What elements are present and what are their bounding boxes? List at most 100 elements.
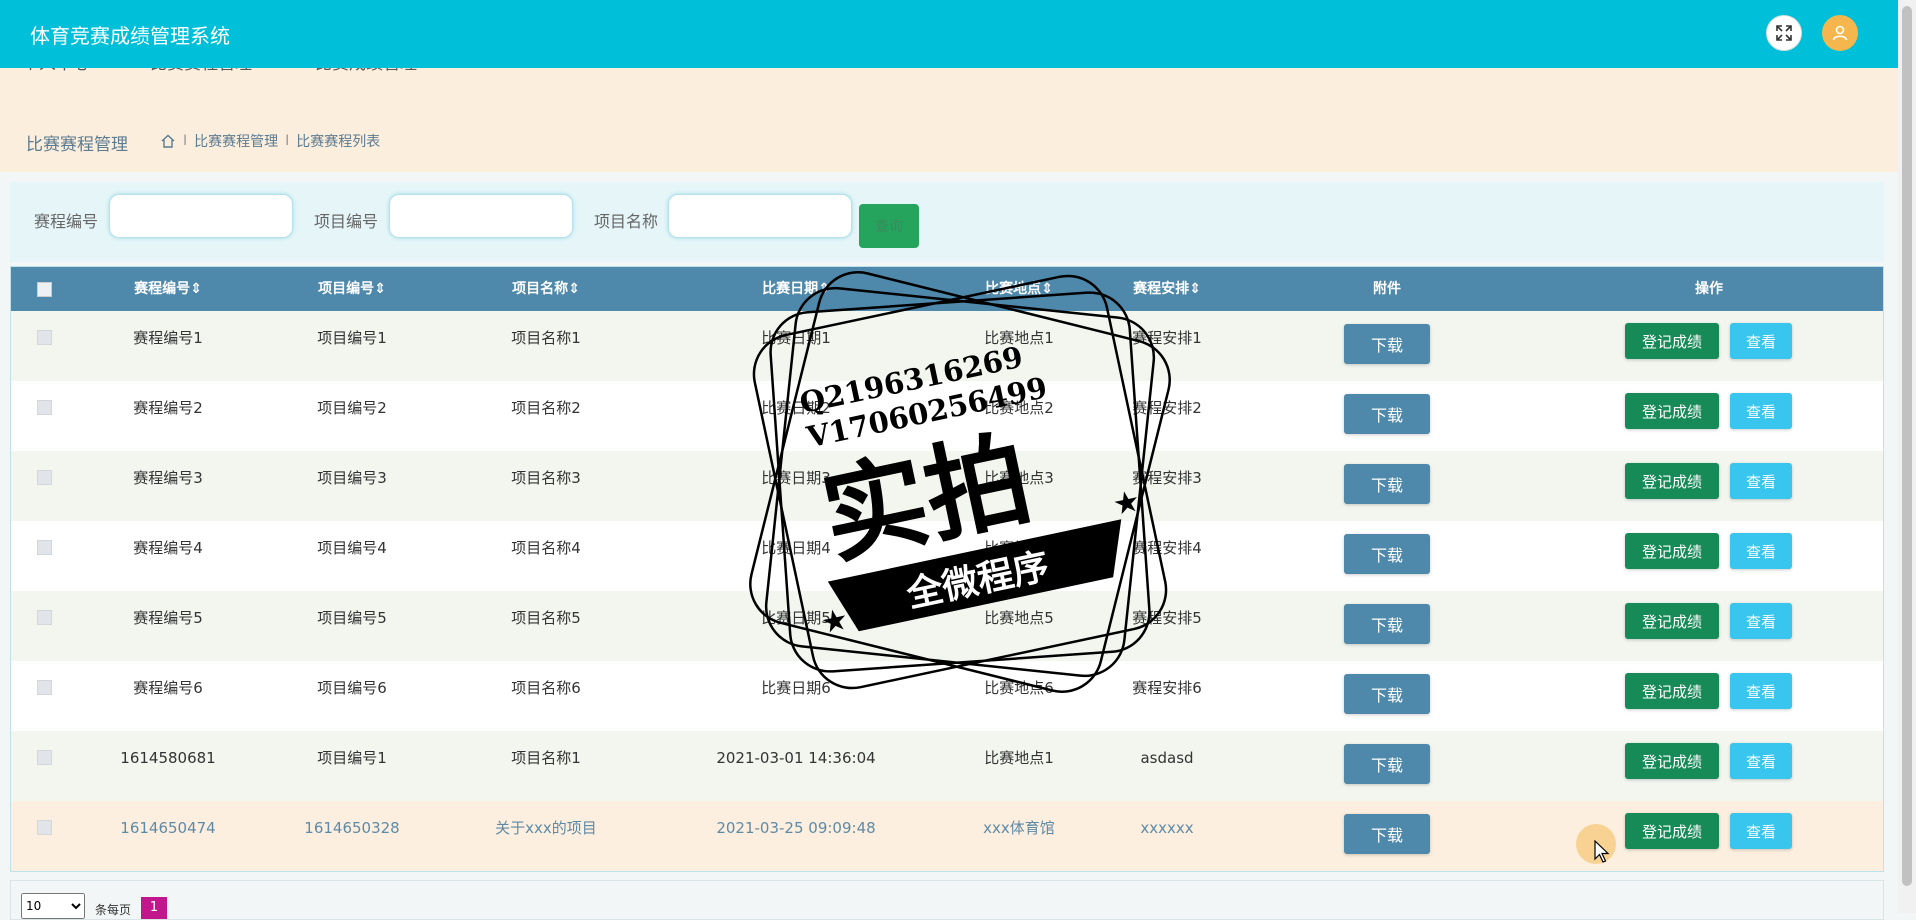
table-row: 赛程编号6 项目编号6 项目名称6 比赛日期6 比赛地点6 赛程安排6 下载 登记成绩 查看: [11, 661, 1883, 731]
select-all-checkbox[interactable]: [37, 282, 52, 297]
download-button[interactable]: 下载: [1344, 744, 1430, 784]
cell-c6: 赛程安排3: [1132, 469, 1202, 487]
table-row: 赛程编号5 项目编号5 项目名称5 比赛日期5 比赛地点5 赛程安排5 下载 登记成绩 查看: [11, 591, 1883, 661]
header-venue[interactable]: 比赛地点⇕: [985, 267, 1053, 311]
table-row: 赛程编号1 项目编号1 项目名称1 比赛日期1 比赛地点1 赛程安排1 下载 登记成绩 查看: [11, 311, 1883, 381]
cell-c6: 赛程安排2: [1132, 399, 1202, 417]
cell-c3: 项目名称1: [511, 329, 581, 347]
schedule-table: 赛程编号⇕ 项目编号⇕ 项目名称⇕ 比赛日期⇕ 比赛地点⇕ 赛程安排⇕ 附件 操…: [10, 266, 1884, 872]
register-score-button[interactable]: 登记成绩: [1625, 323, 1719, 359]
download-button[interactable]: 下载: [1344, 464, 1430, 504]
breadcrumb-separator: I: [285, 133, 290, 149]
page-scrollbar[interactable]: [1898, 0, 1916, 913]
table-row: 赛程编号4 项目编号4 项目名称4 比赛日期4 比赛地点4 赛程安排4 下载 登记成绩 查看: [11, 521, 1883, 591]
search-button[interactable]: 查询: [859, 204, 919, 248]
project-no-input[interactable]: [389, 194, 573, 238]
fullscreen-button[interactable]: [1766, 15, 1802, 51]
user-avatar-button[interactable]: [1822, 15, 1858, 51]
cell-c5: 比赛地点1: [984, 329, 1054, 347]
cell-c2: 项目编号1: [317, 329, 387, 347]
register-score-button[interactable]: 登记成绩: [1625, 533, 1719, 569]
project-name-label: 项目名称: [594, 212, 659, 231]
view-button[interactable]: 查看: [1730, 603, 1792, 639]
page-number-1[interactable]: 1: [141, 897, 167, 919]
breadcrumb-item-schedule[interactable]: 比赛赛程管理: [194, 131, 278, 151]
register-score-button[interactable]: 登记成绩: [1625, 603, 1719, 639]
cell-c2: 项目编号5: [317, 609, 387, 627]
project-no-label: 项目编号: [314, 212, 379, 231]
cell-c4: 2021-03-25 09:09:48: [716, 819, 876, 837]
row-checkbox[interactable]: [37, 820, 52, 835]
cell-c6: 赛程安排6: [1132, 679, 1202, 697]
cell-c5: 比赛地点5: [984, 609, 1054, 627]
row-checkbox[interactable]: [37, 330, 52, 345]
view-button[interactable]: 查看: [1730, 393, 1792, 429]
cell-c3: 项目名称2: [511, 399, 581, 417]
register-score-button[interactable]: 登记成绩: [1625, 743, 1719, 779]
cell-c3: 项目名称6: [511, 679, 581, 697]
home-icon[interactable]: [160, 133, 176, 149]
table-row: 赛程编号3 项目编号3 项目名称3 比赛日期3 比赛地点3 赛程安排3 下载 登记成绩 查看: [11, 451, 1883, 521]
view-button[interactable]: 查看: [1730, 533, 1792, 569]
row-checkbox[interactable]: [37, 680, 52, 695]
register-score-button[interactable]: 登记成绩: [1625, 393, 1719, 429]
sort-icon: ⇕: [190, 281, 202, 297]
header-schedule-no[interactable]: 赛程编号⇕: [134, 267, 202, 311]
cell-c1: 1614650474: [120, 819, 216, 837]
cell-c2: 项目编号3: [317, 469, 387, 487]
download-button[interactable]: 下载: [1344, 324, 1430, 364]
view-button[interactable]: 查看: [1730, 743, 1792, 779]
user-icon: [1832, 25, 1848, 41]
view-button[interactable]: 查看: [1730, 673, 1792, 709]
scrollbar-thumb[interactable]: [1902, 6, 1912, 886]
cell-c2: 1614650328: [304, 819, 400, 837]
download-button[interactable]: 下载: [1344, 394, 1430, 434]
header-match-date[interactable]: 比赛日期⇕: [762, 267, 830, 311]
register-score-button[interactable]: 登记成绩: [1625, 463, 1719, 499]
register-score-button[interactable]: 登记成绩: [1625, 813, 1719, 849]
row-checkbox[interactable]: [37, 610, 52, 625]
header-arrangement[interactable]: 赛程安排⇕: [1133, 267, 1201, 311]
breadcrumb-path: I 比赛赛程管理 I 比赛赛程列表: [160, 131, 380, 151]
cell-c4: 比赛日期6: [761, 679, 831, 697]
app-title: 体育竞赛成绩管理系统: [30, 24, 230, 48]
row-checkbox[interactable]: [37, 540, 52, 555]
view-button[interactable]: 查看: [1730, 323, 1792, 359]
header-project-name[interactable]: 项目名称⇕: [512, 267, 580, 311]
row-checkbox[interactable]: [37, 400, 52, 415]
page-size-select[interactable]: 10: [21, 893, 85, 919]
row-checkbox[interactable]: [37, 470, 52, 485]
cell-c5: 比赛地点4: [984, 539, 1054, 557]
sort-icon: ⇕: [1041, 281, 1053, 297]
cell-c5: 比赛地点2: [984, 399, 1054, 417]
cell-c6: 赛程安排1: [1132, 329, 1202, 347]
download-button[interactable]: 下载: [1344, 674, 1430, 714]
cell-c3: 项目名称5: [511, 609, 581, 627]
download-button[interactable]: 下载: [1344, 604, 1430, 644]
schedule-no-input[interactable]: [109, 194, 293, 238]
table-header: 赛程编号⇕ 项目编号⇕ 项目名称⇕ 比赛日期⇕ 比赛地点⇕ 赛程安排⇕ 附件 操…: [11, 267, 1883, 311]
fullscreen-icon: [1776, 25, 1792, 41]
cell-c2: 项目编号4: [317, 539, 387, 557]
cell-c4: 比赛日期1: [761, 329, 831, 347]
project-name-input[interactable]: [668, 194, 852, 238]
view-button[interactable]: 查看: [1730, 813, 1792, 849]
cell-c1: 赛程编号6: [133, 679, 203, 697]
cell-c5: 比赛地点3: [984, 469, 1054, 487]
search-form: 赛程编号 项目编号 项目名称 查询: [10, 182, 1884, 262]
download-button[interactable]: 下载: [1344, 814, 1430, 854]
schedule-no-label: 赛程编号: [34, 212, 99, 231]
download-button[interactable]: 下载: [1344, 534, 1430, 574]
view-button[interactable]: 查看: [1730, 463, 1792, 499]
header-project-no[interactable]: 项目编号⇕: [318, 267, 386, 311]
cell-c6: asdasd: [1140, 749, 1194, 767]
cell-c3: 项目名称3: [511, 469, 581, 487]
cell-c1: 赛程编号2: [133, 399, 203, 417]
table-row: 赛程编号2 项目编号2 项目名称2 比赛日期2 比赛地点2 赛程安排2 下载 登记成绩 查看: [11, 381, 1883, 451]
breadcrumb-separator: I: [183, 133, 188, 149]
row-checkbox[interactable]: [37, 750, 52, 765]
cell-c1: 1614580681: [120, 749, 216, 767]
cell-c3: 项目名称1: [511, 749, 581, 767]
register-score-button[interactable]: 登记成绩: [1625, 673, 1719, 709]
mouse-cursor-icon: [1594, 840, 1610, 863]
